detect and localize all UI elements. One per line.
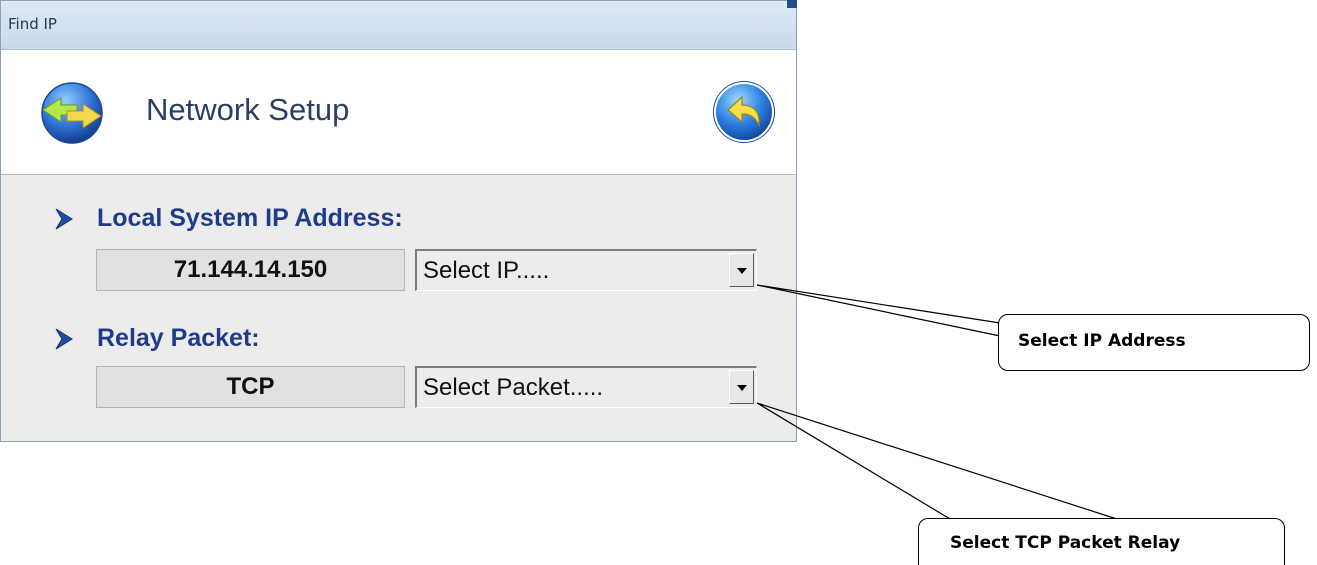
back-button[interactable] xyxy=(712,80,776,144)
window-title: Find IP xyxy=(8,15,57,33)
title-bar: Find IP xyxy=(1,1,796,50)
chevron-down-icon[interactable] xyxy=(729,370,754,404)
callout-select-tcp-packet-relay-text: Select TCP Packet Relay xyxy=(950,533,1181,553)
relay-packet-value: TCP xyxy=(96,366,405,408)
local-ip-value: 71.144.14.150 xyxy=(96,249,405,291)
stage: Find IP Network Setup Local System IP Ad… xyxy=(0,0,1317,565)
select-packet-dropdown[interactable]: Select Packet..... xyxy=(415,366,757,408)
network-sync-icon xyxy=(41,82,103,144)
find-ip-window: Find IP Network Setup Local System IP Ad… xyxy=(0,0,797,442)
select-packet-dropdown-value: Select Packet..... xyxy=(423,374,604,401)
chevron-right-icon xyxy=(55,328,73,350)
settings-panel: Local System IP Address: 71.144.14.150 S… xyxy=(1,175,796,441)
chevron-right-icon xyxy=(55,208,73,230)
header-panel: Network Setup xyxy=(1,50,796,175)
callout-select-ip-address-text: Select IP Address xyxy=(1018,331,1186,351)
local-ip-label: Local System IP Address: xyxy=(97,204,403,232)
select-ip-dropdown-value: Select IP..... xyxy=(423,257,550,284)
relay-packet-label: Relay Packet: xyxy=(97,324,260,352)
callout-select-tcp-packet-relay: Select TCP Packet Relay xyxy=(918,518,1285,565)
chevron-down-icon[interactable] xyxy=(729,253,754,287)
callout-select-ip-address: Select IP Address xyxy=(998,314,1310,371)
header-title: Network Setup xyxy=(146,92,350,127)
window-corner-accent xyxy=(787,0,797,8)
select-ip-dropdown[interactable]: Select IP..... xyxy=(415,249,757,291)
